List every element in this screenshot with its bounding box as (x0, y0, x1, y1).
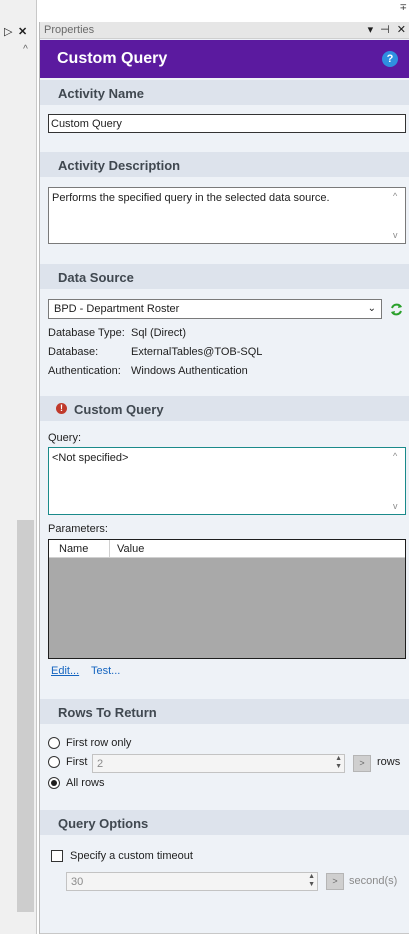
data-source-selected: BPD - Department Roster (54, 303, 180, 315)
column-separator[interactable] (109, 540, 110, 558)
parameters-grid[interactable]: Name Value (48, 539, 406, 659)
radio-first-row-only[interactable] (48, 737, 60, 749)
radio-first-row-only-label: First row only (66, 737, 132, 749)
activity-name-input[interactable]: Custom Query (48, 114, 406, 133)
timeout-go-button[interactable]: > (326, 873, 344, 890)
properties-titlebar: Properties ▾ ⊣ ✕ (40, 22, 409, 39)
chevron-down-icon: ⌄ (367, 303, 376, 314)
first-rows-stepper[interactable]: 2 ▲ ▼ (92, 754, 345, 773)
database-type-value: Sql (Direct) (131, 327, 187, 339)
first-rows-go-button[interactable]: > (353, 755, 371, 772)
section-heading: Rows To Return (58, 705, 157, 720)
scroll-down-icon[interactable]: v (393, 501, 398, 511)
help-icon[interactable]: ? (382, 51, 398, 67)
test-link[interactable]: Test... (91, 665, 120, 677)
first-rows-value: 2 (97, 758, 104, 770)
close-icon[interactable]: ✕ (18, 24, 27, 40)
parameters-label: Parameters: (48, 523, 108, 535)
column-header-name[interactable]: Name (59, 543, 88, 555)
timeout-stepper[interactable]: 30 ▲ ▼ (66, 872, 318, 891)
section-activity-description: Activity Description (40, 152, 409, 177)
activity-description-input[interactable]: Performs the specified query in the sele… (48, 187, 406, 244)
section-heading: Query Options (58, 816, 149, 831)
section-heading: Custom Query (74, 402, 164, 417)
left-scrollbar-thumb[interactable] (17, 520, 34, 912)
section-rows-to-return: Rows To Return (40, 699, 409, 724)
database-label: Database: (48, 346, 99, 358)
left-dock-strip: ▷ ✕ ^ (0, 0, 37, 934)
radio-first-label: First (66, 756, 88, 768)
activity-title: Custom Query (57, 50, 168, 67)
query-label: Query: (48, 432, 82, 444)
authentication-label: Authentication: (48, 365, 121, 377)
custom-timeout-label: Specify a custom timeout (70, 850, 193, 862)
edit-link[interactable]: Edit... (51, 665, 79, 677)
authentication-value: Windows Authentication (131, 365, 248, 377)
database-value: ExternalTables@TOB-SQL (131, 346, 263, 358)
activity-name-value: Custom Query (51, 118, 122, 130)
data-source-select[interactable]: BPD - Department Roster ⌄ (48, 299, 382, 319)
scroll-down-icon[interactable]: v (393, 230, 398, 240)
column-header-value[interactable]: Value (117, 543, 144, 555)
timeout-value: 30 (71, 876, 84, 888)
stepper-arrows-icon[interactable]: ▲ ▼ (335, 755, 342, 771)
section-custom-query: ! Custom Query (40, 396, 409, 421)
rows-unit-label: rows (377, 756, 401, 768)
custom-timeout-checkbox[interactable] (51, 850, 63, 862)
section-heading: Activity Description (58, 158, 181, 173)
left-dock-controls: ▷ ✕ (0, 24, 37, 40)
activity-header: Custom Query ? (40, 40, 409, 78)
section-heading: Data Source (58, 270, 134, 285)
database-type-label: Database Type: (48, 327, 125, 339)
dock-arrow-icon[interactable]: ▷ (4, 24, 12, 40)
window-menu-icon[interactable]: ∓ (399, 2, 407, 13)
description-scrollbar[interactable]: ^ v (391, 188, 405, 243)
activity-description-value: Performs the specified query in the sele… (52, 192, 330, 204)
section-heading: Activity Name (58, 86, 144, 101)
radio-all-rows-label: All rows (66, 777, 105, 789)
panel-window-controls[interactable]: ▾ ⊣ ✕ (368, 23, 408, 36)
warning-icon: ! (56, 403, 67, 414)
query-input[interactable]: <Not specified> ^ v (48, 447, 406, 515)
timeout-unit-label: second(s) (349, 875, 398, 887)
section-query-options: Query Options (40, 810, 409, 835)
radio-first[interactable] (48, 756, 60, 768)
scroll-up-icon[interactable]: ^ (17, 44, 34, 55)
scroll-up-icon[interactable]: ^ (393, 191, 397, 201)
section-data-source: Data Source (40, 264, 409, 289)
query-scrollbar[interactable]: ^ v (391, 448, 405, 514)
scroll-up-icon[interactable]: ^ (393, 451, 397, 461)
section-activity-name: Activity Name (40, 80, 409, 105)
parameters-grid-header: Name Value (49, 540, 405, 558)
stepper-arrows-icon[interactable]: ▲ ▼ (308, 873, 315, 889)
refresh-icon[interactable] (389, 302, 404, 317)
radio-all-rows[interactable] (48, 777, 60, 789)
properties-title: Properties (44, 24, 95, 36)
query-value: <Not specified> (52, 452, 129, 464)
properties-panel: Properties ▾ ⊣ ✕ Custom Query ? Activity… (39, 22, 409, 934)
